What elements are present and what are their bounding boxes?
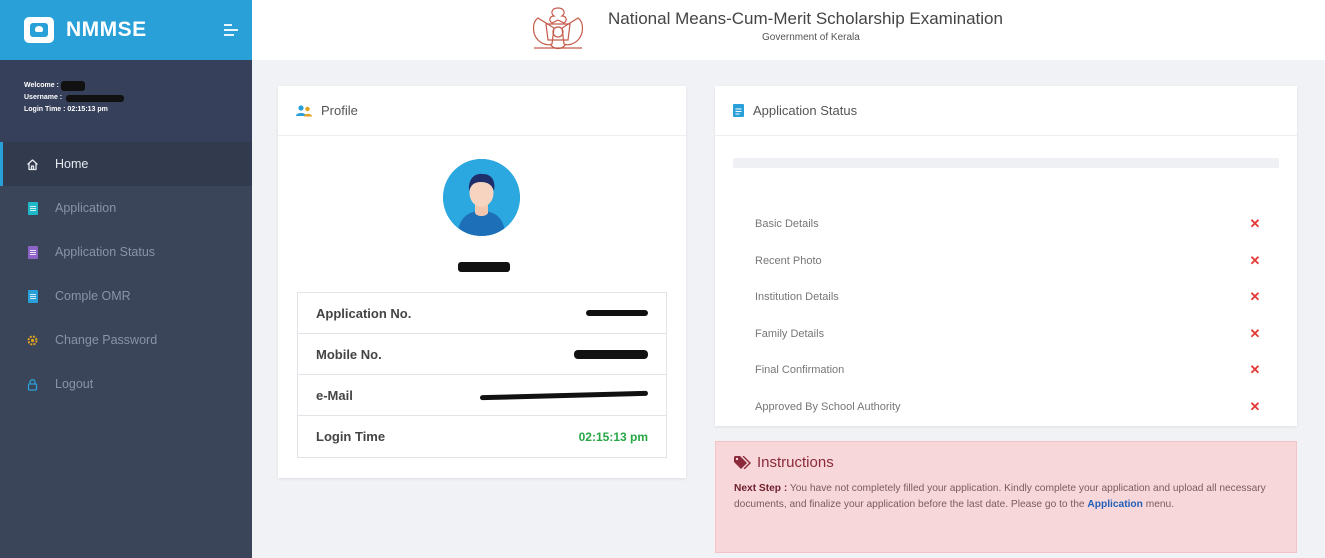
status-item-institution-details: Institution Details ✕ [755,279,1261,316]
users-icon [296,104,312,117]
sidebar-item-label: Change Password [55,333,158,347]
next-step-label: Next Step : [734,483,788,494]
sidebar: NMMSE Welcome : Username : Login Time : … [0,0,252,558]
info-label: Login Time [316,429,386,444]
cross-icon: ✕ [1249,398,1261,414]
profile-card-header: Profile [278,86,686,136]
lock-icon [26,378,39,391]
status-item-approved-by-school: Approved By School Authority ✕ [755,389,1261,426]
sidebar-item-logout[interactable]: Logout [0,362,252,406]
cross-icon: ✕ [1249,362,1261,378]
instructions-heading: Instructions [757,454,834,471]
sidebar-item-label: Home [55,157,89,171]
sidebar-item-change-password[interactable]: Change Password [0,318,252,362]
info-row-mobile-no: Mobile No. [298,334,666,375]
status-item-recent-photo: Recent Photo ✕ [755,243,1261,280]
status-item-label: Recent Photo [755,254,822,267]
document-icon [26,289,39,303]
status-item-family-details: Family Details ✕ [755,316,1261,353]
menu-toggle-icon[interactable] [224,24,238,36]
profile-heading: Profile [321,103,358,118]
profile-card: Profile Application No. Mobile No. e-Mai… [278,86,686,478]
sidebar-nav: Home Application Application Status Comp… [0,142,252,406]
status-heading: Application Status [753,103,858,118]
avatar [443,159,520,236]
kerala-emblem-icon [524,4,592,54]
info-row-login-time: Login Time 02:15:13 pm [298,416,666,457]
brand-name: NMMSE [66,18,147,41]
home-icon [26,158,39,171]
welcome-line: Welcome : [24,80,252,92]
info-label: Mobile No. [316,346,382,362]
tags-icon [734,456,751,469]
sidebar-item-label: Application Status [55,245,156,259]
page-subtitle: Government of Kerala [762,32,860,43]
brand-logo-icon [24,17,54,43]
application-menu-link[interactable]: Application [1087,499,1142,510]
cross-icon: ✕ [1249,325,1261,341]
info-label: Application No. [316,305,412,321]
info-label: e-Mail [316,387,353,403]
mobile-no-redacted [574,349,648,359]
username-redacted [66,94,125,102]
status-item-final-confirmation: Final Confirmation ✕ [755,352,1261,389]
profile-name-redacted [458,262,510,272]
cross-icon: ✕ [1249,289,1261,305]
sidebar-item-label: Logout [55,377,94,391]
info-row-email: e-Mail [298,375,666,416]
gear-icon [26,334,39,347]
info-row-application-no: Application No. [298,293,666,334]
status-item-label: Institution Details [755,291,839,304]
welcome-label: Welcome : [24,82,59,89]
login-time-line: Login Time : 02:15:13 pm [24,104,252,116]
page-title: National Means-Cum-Merit Scholarship Exa… [608,9,1003,28]
login-time-label: Login Time : 02:15:13 pm [24,106,108,113]
status-item-basic-details: Basic Details ✕ [755,206,1261,243]
top-header: National Means-Cum-Merit Scholarship Exa… [252,0,1325,60]
instructions-text: Next Step : You have not completely fill… [734,481,1276,513]
sidebar-item-home[interactable]: Home [0,142,252,186]
instructions-tail: menu. [1142,499,1175,510]
cross-icon: ✕ [1249,252,1261,268]
instructions-header: Instructions [734,454,1276,471]
username-line: Username : [24,92,252,104]
sidebar-item-label: Application [55,201,117,215]
status-item-label: Family Details [755,327,825,340]
document-icon [26,201,39,215]
email-redacted [479,390,649,400]
application-status-card: Application Status Basic Details ✕ Recen… [715,86,1297,426]
username-label: Username : [24,94,63,101]
brand-bar: NMMSE [0,0,252,60]
login-time-value: 02:15:13 pm [578,429,648,444]
sidebar-item-label: Comple OMR [55,289,131,303]
sidebar-item-comple-omr[interactable]: Comple OMR [0,274,252,318]
sidebar-item-application[interactable]: Application [0,186,252,230]
document-icon [26,245,39,259]
instructions-alert: Instructions Next Step : You have not co… [715,441,1297,553]
status-item-label: Basic Details [755,218,819,231]
status-item-label: Final Confirmation [755,364,845,377]
profile-info-table: Application No. Mobile No. e-Mail Login … [297,292,667,458]
cross-icon: ✕ [1249,216,1261,232]
sidebar-item-application-status[interactable]: Application Status [0,230,252,274]
status-card-header: Application Status [715,86,1297,136]
application-no-redacted [586,310,648,316]
application-progress-bar [733,158,1279,168]
status-list: Basic Details ✕ Recent Photo ✕ Instituti… [755,206,1261,425]
status-item-label: Approved By School Authority [755,400,901,413]
instructions-body: You have not completely filled your appl… [734,483,1266,510]
welcome-redacted [60,81,85,91]
document-icon [733,104,744,117]
user-info: Welcome : Username : Login Time : 02:15:… [0,60,252,142]
